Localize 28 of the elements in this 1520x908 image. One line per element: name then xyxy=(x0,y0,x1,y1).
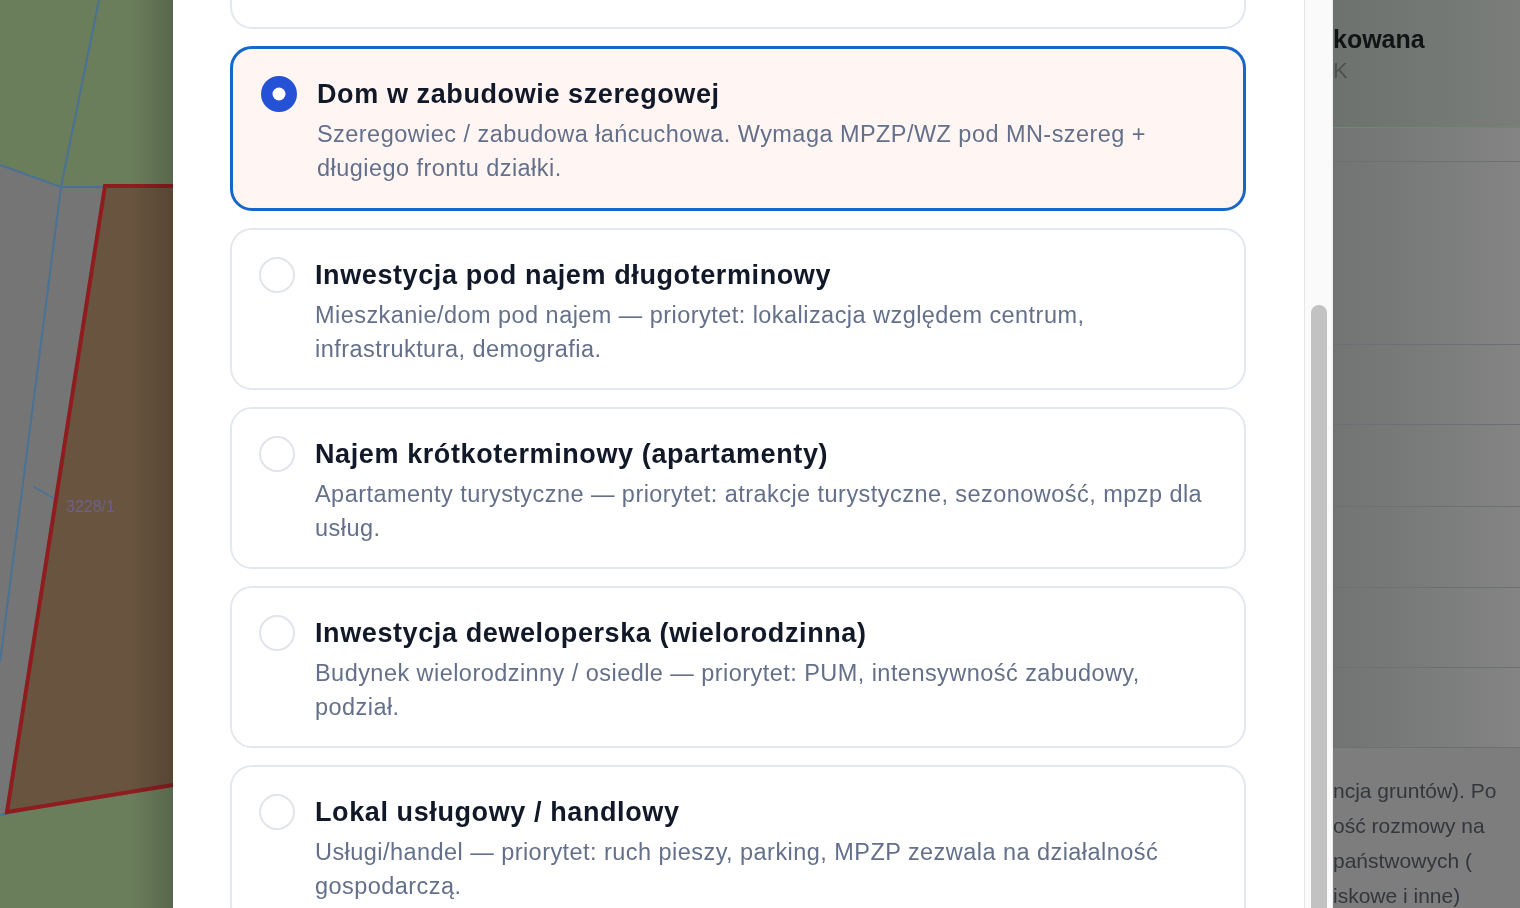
body-text-line: iskowe i inne) xyxy=(1333,885,1462,907)
option-card[interactable]: Dom w zabudowie szeregowej Szeregowiec / zabudowa łańcuchowa. Wymaga MPZP/WZ pod MN-szereg + długiego frontu działki. xyxy=(230,46,1246,211)
option-title: Lokal usługowy / handlowy xyxy=(315,796,681,828)
scrollbar-thumb[interactable] xyxy=(1311,305,1327,908)
radio-button[interactable] xyxy=(261,76,297,112)
option-title: Dom w zabudowie szeregowej xyxy=(317,78,721,110)
parcel-label: 3228/1 xyxy=(66,498,115,515)
option-title: Inwestycja pod najem długoterminowy xyxy=(315,259,833,291)
panel-title: kowana xyxy=(1333,24,1426,54)
option-card[interactable] xyxy=(230,0,1246,29)
option-card[interactable]: Inwestycja deweloperska (wielorodzinna) Budynek wielorodzinny / osiedle — priorytet: PUM, intensywność zabudowy, podział. xyxy=(230,586,1246,748)
radio-button[interactable] xyxy=(259,794,295,830)
radio-button[interactable] xyxy=(259,436,295,472)
option-title: Najem krótkoterminowy (apartamenty) xyxy=(315,438,830,470)
body-text-line: ncja gruntów). Po xyxy=(1333,780,1498,802)
option-description: Apartamenty turystyczne — priorytet: atrakcje turystyczne, sezonowość, mpzp dla usług. xyxy=(315,480,1204,543)
body-text-line: ość rozmowy na xyxy=(1333,815,1486,837)
option-description: Budynek wielorodzinny / osiedle — priorytet: PUM, intensywność zabudowy, podział. xyxy=(315,659,1141,722)
option-description: Szeregowiec / zabudowa łańcuchowa. Wymaga MPZP/WZ pod MN-szereg + długiego frontu działki. xyxy=(317,120,1148,183)
option-description: Usługi/handel — priorytet: ruch pieszy, parking, MPZP zezwala na działalność gospodarczą. xyxy=(315,838,1160,901)
option-card[interactable]: Inwestycja pod najem długoterminowy Mieszkanie/dom pod najem — priorytet: lokalizacja względem centrum, infrastruktura, demografia. xyxy=(230,228,1246,390)
radio-button[interactable] xyxy=(259,257,295,293)
radio-button[interactable] xyxy=(259,615,295,651)
option-description: Mieszkanie/dom pod najem — priorytet: lokalizacja względem centrum, infrastruktura, demografia. xyxy=(315,301,1086,364)
option-card[interactable]: Najem krótkoterminowy (apartamenty) Apartamenty turystyczne — priorytet: atrakcje turystyczne, sezonowość, mpzp dla usług. xyxy=(230,407,1246,569)
option-card[interactable]: Lokal usługowy / handlowy Usługi/handel — priorytet: ruch pieszy, parking, MPZP zezwala na działalność gospodarczą. xyxy=(230,765,1246,908)
option-title: Inwestycja deweloperska (wielorodzinna) xyxy=(315,617,868,649)
body-text-line: państwowych ( xyxy=(1333,850,1473,872)
